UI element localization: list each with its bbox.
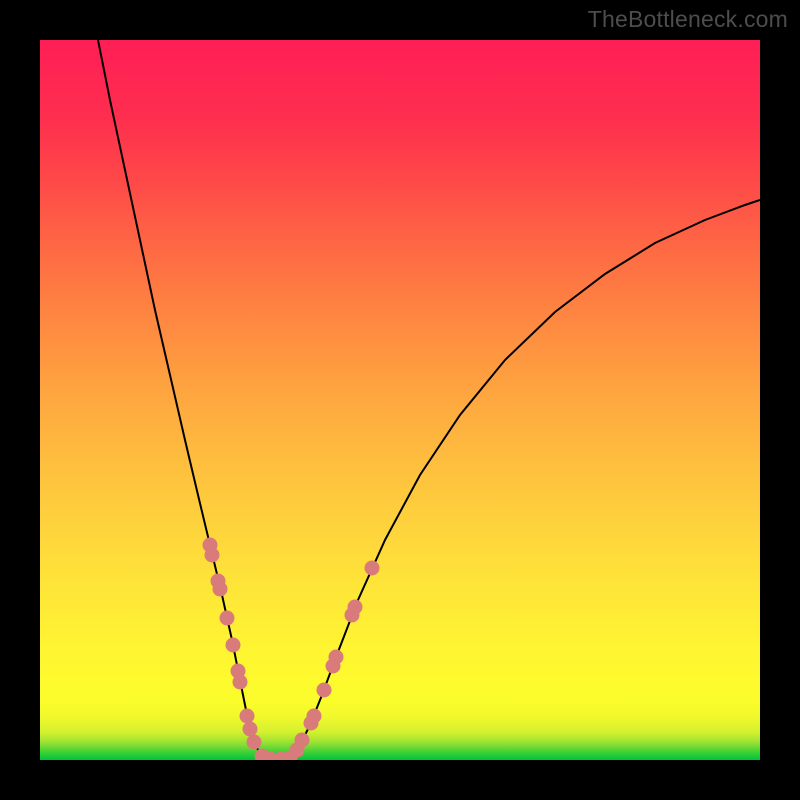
highlight-dot xyxy=(220,611,235,626)
highlight-dots xyxy=(203,538,380,761)
highlight-dot xyxy=(348,600,363,615)
chart-frame: TheBottleneck.com xyxy=(0,0,800,800)
highlight-dot xyxy=(240,709,255,724)
highlight-dot xyxy=(317,683,332,698)
highlight-dot xyxy=(365,561,380,576)
highlight-dot xyxy=(329,650,344,665)
highlight-dot xyxy=(213,582,228,597)
highlight-dot xyxy=(295,733,310,748)
right-branch-curve xyxy=(288,200,760,759)
plot-area xyxy=(40,40,760,760)
left-branch-curve xyxy=(98,40,267,759)
highlight-dot xyxy=(243,722,258,737)
highlight-dot xyxy=(307,709,322,724)
highlight-dot xyxy=(205,548,220,563)
curve-svg xyxy=(40,40,760,760)
highlight-dot xyxy=(226,638,241,653)
watermark-text: TheBottleneck.com xyxy=(588,6,788,33)
highlight-dot xyxy=(247,735,262,750)
highlight-dot xyxy=(233,675,248,690)
